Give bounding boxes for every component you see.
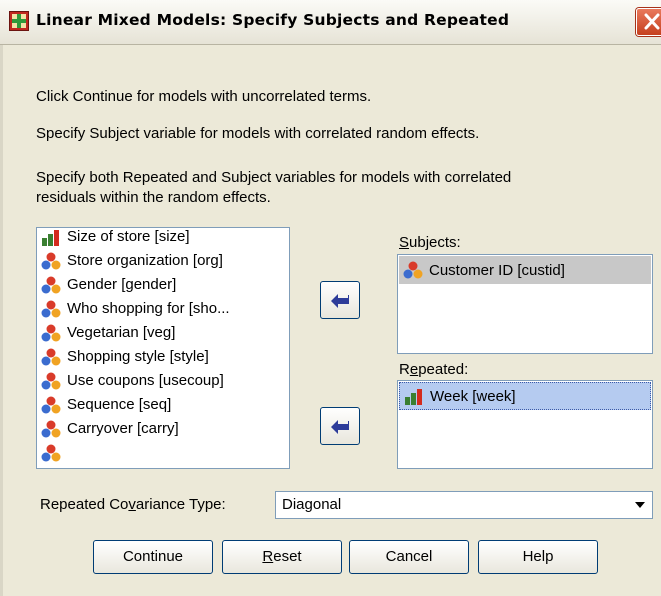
repeated-variable-label: Week [week]	[430, 387, 516, 405]
subjects-label-mnemonic: S	[399, 234, 410, 251]
list-item[interactable]	[41, 441, 67, 464]
help-button[interactable]: Help	[478, 540, 598, 574]
variable-label: Gender [gender]	[67, 276, 177, 293]
move-arrow-icon	[331, 420, 349, 434]
nominal-icon	[41, 444, 61, 461]
list-item[interactable]: Use coupons [usecoup]	[41, 369, 224, 392]
nominal-icon	[41, 252, 61, 269]
nominal-icon	[41, 300, 61, 317]
variable-label: Use coupons [usecoup]	[67, 372, 224, 389]
list-item[interactable]: Size of store [size]	[41, 228, 190, 248]
subject-variable-label: Customer ID [custid]	[429, 261, 565, 279]
variable-label: Shopping style [style]	[67, 348, 209, 365]
info-text-repeated-line2: residuals within the random effects.	[36, 189, 271, 206]
covariance-type-value: Diagonal	[282, 496, 342, 513]
nominal-icon	[41, 348, 61, 365]
nominal-icon	[403, 261, 423, 279]
close-button[interactable]	[636, 8, 661, 36]
covariance-label-prefix: Repeated Co	[40, 496, 129, 513]
spss-app-icon	[9, 11, 29, 31]
repeated-label-text: peated:	[418, 361, 469, 378]
subjects-label-text: ubjects:	[409, 234, 461, 251]
variable-label: Carryover [carry]	[67, 420, 179, 437]
close-icon	[644, 13, 660, 30]
chevron-down-icon	[635, 502, 645, 508]
title-bar[interactable]: Linear Mixed Models: Specify Subjects an…	[0, 0, 661, 45]
list-item[interactable]: Who shopping for [sho...	[41, 297, 230, 320]
list-item[interactable]: Shopping style [style]	[41, 345, 209, 368]
variable-label: Who shopping for [sho...	[67, 300, 230, 317]
continue-button[interactable]: Continue	[93, 540, 213, 574]
list-item[interactable]: Vegetarian [veg]	[41, 321, 175, 344]
variable-label: Store organization [org]	[67, 252, 223, 269]
subjects-label: Subjects:	[399, 234, 461, 251]
ordinal-bar-icon	[42, 229, 59, 246]
info-text-uncorrelated: Click Continue for models with uncorrela…	[36, 88, 372, 105]
dialog-window: Linear Mixed Models: Specify Subjects an…	[0, 0, 661, 596]
covariance-type-dropdown[interactable]: Diagonal	[275, 491, 653, 519]
covariance-label-text: ariance Type:	[135, 496, 226, 513]
reset-label: eset	[273, 548, 302, 565]
dialog-body: Click Continue for models with uncorrela…	[0, 45, 661, 596]
repeated-list[interactable]: Week [week]	[397, 380, 653, 469]
repeated-label-prefix: R	[399, 361, 410, 378]
list-item[interactable]: Sequence [seq]	[41, 393, 171, 416]
info-text-subject: Specify Subject variable for models with…	[36, 125, 480, 142]
repeated-label: Repeated:	[399, 361, 468, 378]
info-text-repeated-line1: Specify both Repeated and Subject variab…	[36, 169, 512, 186]
nominal-icon	[41, 324, 61, 341]
list-item[interactable]: Carryover [carry]	[41, 417, 179, 440]
list-item[interactable]: Store organization [org]	[41, 249, 223, 272]
cancel-button[interactable]: Cancel	[349, 540, 469, 574]
ordinal-bar-icon	[405, 389, 422, 405]
repeated-label-mnemonic: e	[409, 361, 419, 378]
move-arrow-icon	[331, 294, 349, 308]
list-item[interactable]: Week [week]	[399, 382, 651, 410]
move-to-repeated-button[interactable]	[320, 407, 360, 445]
nominal-icon	[41, 396, 61, 413]
reset-button[interactable]: Reset	[222, 540, 342, 574]
nominal-icon	[41, 420, 61, 437]
window-title: Linear Mixed Models: Specify Subjects an…	[36, 11, 510, 29]
covariance-label-mnemonic: v	[128, 496, 136, 513]
variable-label: Vegetarian [veg]	[67, 324, 176, 341]
list-item[interactable]: Gender [gender]	[41, 273, 176, 296]
variable-list[interactable]: Size of store [size] Store organization …	[36, 227, 290, 469]
nominal-icon	[41, 372, 61, 389]
reset-mnemonic: R	[262, 548, 274, 565]
subjects-list[interactable]: Customer ID [custid]	[397, 254, 653, 354]
covariance-type-label: Repeated Covariance Type:	[40, 496, 226, 513]
nominal-icon	[41, 276, 61, 293]
variable-label: Size of store [size]	[67, 228, 190, 245]
variable-label: Sequence [seq]	[67, 396, 172, 413]
list-item[interactable]: Customer ID [custid]	[399, 256, 651, 284]
move-to-subjects-button[interactable]	[320, 281, 360, 319]
